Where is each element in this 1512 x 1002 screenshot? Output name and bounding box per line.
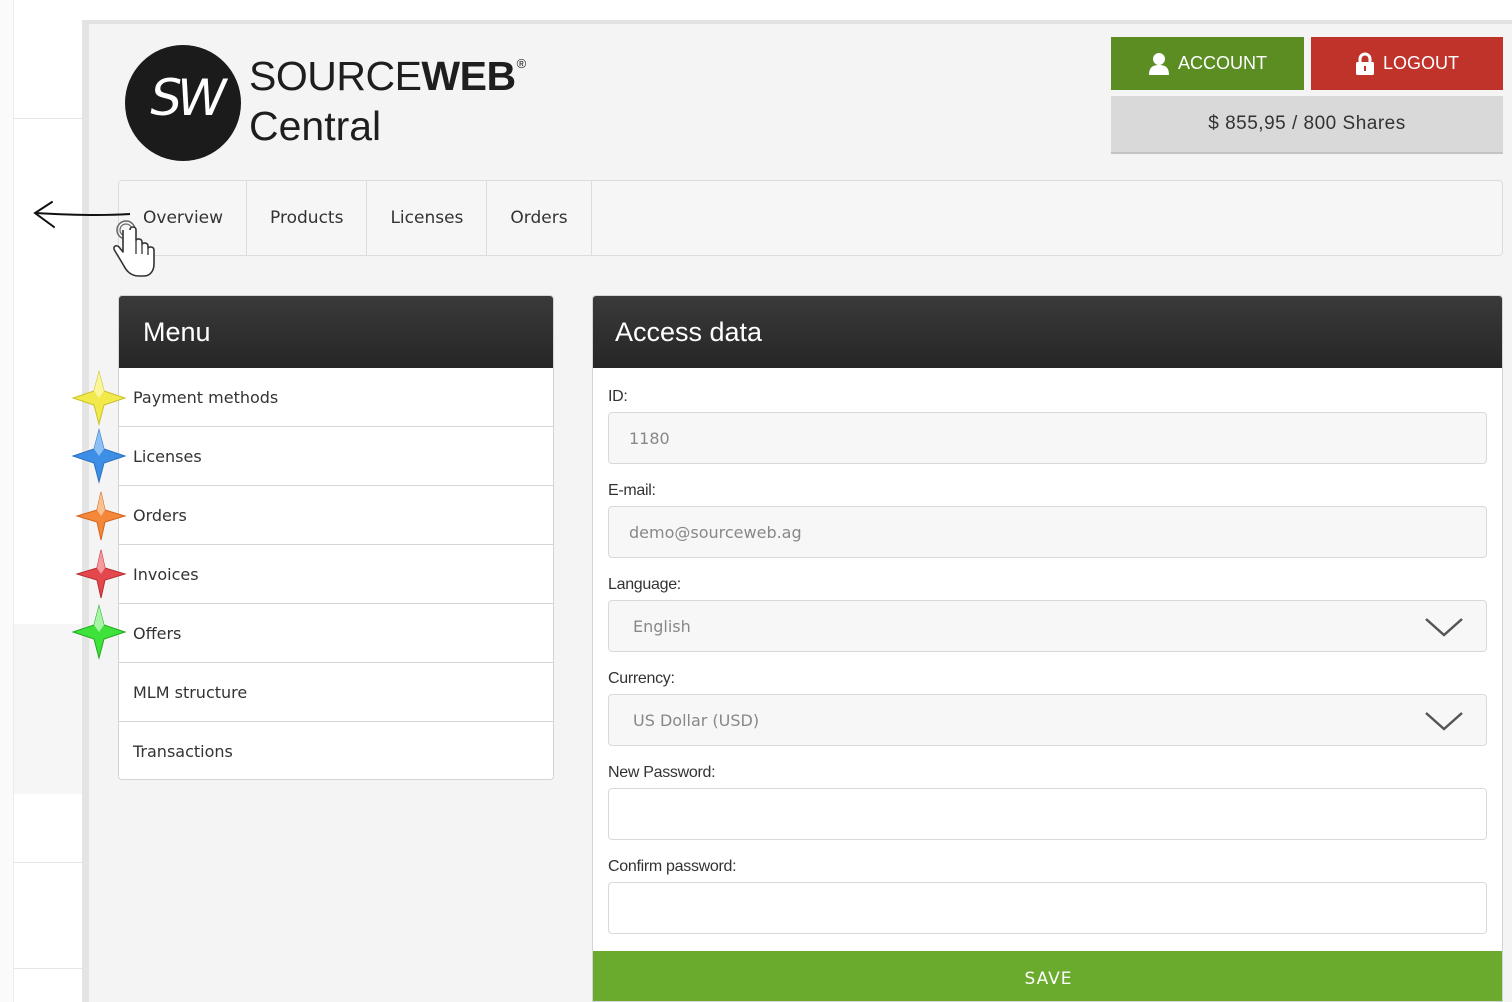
email-value: demo@sourceweb.ag [629, 522, 802, 542]
blue-star-icon [71, 428, 127, 484]
tab-orders[interactable]: Orders [487, 181, 592, 255]
gutter-divider [14, 968, 82, 969]
registered-mark: ® [516, 56, 527, 71]
screen: SW SOURCEWEB® Central ACCOUNT LOGOUT $ 8… [0, 0, 1512, 1002]
brand-name-regular: SOURCE [249, 53, 422, 99]
logout-button[interactable]: LOGOUT [1311, 37, 1503, 90]
confirm-password-field[interactable] [608, 882, 1487, 934]
account-button[interactable]: ACCOUNT [1111, 37, 1304, 90]
language-label: Language: [608, 576, 681, 593]
orange-star-icon [75, 491, 127, 541]
page-gutter [0, 0, 82, 1002]
menu-item-transactions[interactable]: Transactions [119, 722, 553, 779]
menu-title: Menu [119, 296, 553, 368]
new-password-field[interactable] [608, 788, 1487, 840]
menu-item-orders[interactable]: Orders [119, 486, 553, 545]
save-button[interactable]: SAVE [593, 951, 1502, 1001]
access-data-card: Access data ID: 1180 E-mail: demo@source… [592, 295, 1503, 1002]
chevron-down-icon [1425, 618, 1463, 637]
brand-name: SOURCEWEB® [249, 53, 526, 100]
email-label: E-mail: [608, 482, 656, 499]
currency-select[interactable]: US Dollar (USD) [608, 694, 1487, 746]
logo-mark: SW [125, 45, 241, 161]
gutter-strip [0, 0, 14, 1002]
account-button-label: ACCOUNT [1178, 53, 1267, 73]
tab-products[interactable]: Products [247, 181, 368, 255]
language-select[interactable]: English [608, 600, 1487, 652]
language-value: English [633, 616, 691, 636]
currency-label: Currency: [608, 670, 675, 687]
main-tabs: Overview Products Licenses Orders [118, 180, 1503, 256]
menu-item-mlm-structure[interactable]: MLM structure [119, 663, 553, 722]
green-star-icon [71, 604, 127, 660]
confirm-password-label: Confirm password: [608, 858, 737, 875]
user-icon [1149, 52, 1169, 75]
logout-button-label: LOGOUT [1382, 53, 1459, 73]
menu-item-licenses[interactable]: Licenses [119, 427, 553, 486]
yellow-star-icon [71, 370, 127, 426]
brand-logo[interactable]: SW SOURCEWEB® Central [125, 45, 526, 165]
brand-name-bold: WEB [421, 53, 516, 99]
gutter-divider [14, 118, 82, 119]
logo-mark-text: SW [150, 69, 226, 127]
gutter-divider [14, 862, 82, 863]
menu-card: Menu Payment methods Licenses Orders Inv… [118, 295, 554, 780]
tab-licenses[interactable]: Licenses [367, 181, 488, 255]
id-field: 1180 [608, 412, 1487, 464]
currency-value: US Dollar (USD) [633, 710, 760, 730]
id-value: 1180 [629, 428, 670, 448]
id-label: ID: [608, 388, 628, 405]
new-password-label: New Password: [608, 764, 716, 781]
lock-icon [1355, 52, 1374, 75]
balance-display: $ 855,95 / 800 Shares [1111, 96, 1503, 154]
hand-pointer-icon [113, 220, 155, 277]
red-star-icon [75, 549, 127, 599]
menu-item-invoices[interactable]: Invoices [119, 545, 553, 604]
access-data-title: Access data [593, 296, 1502, 368]
chevron-down-icon [1425, 712, 1463, 731]
brand-subtitle: Central [249, 103, 382, 149]
email-field: demo@sourceweb.ag [608, 506, 1487, 558]
menu-item-payment-methods[interactable]: Payment methods [119, 368, 553, 427]
menu-item-offers[interactable]: Offers [119, 604, 553, 663]
